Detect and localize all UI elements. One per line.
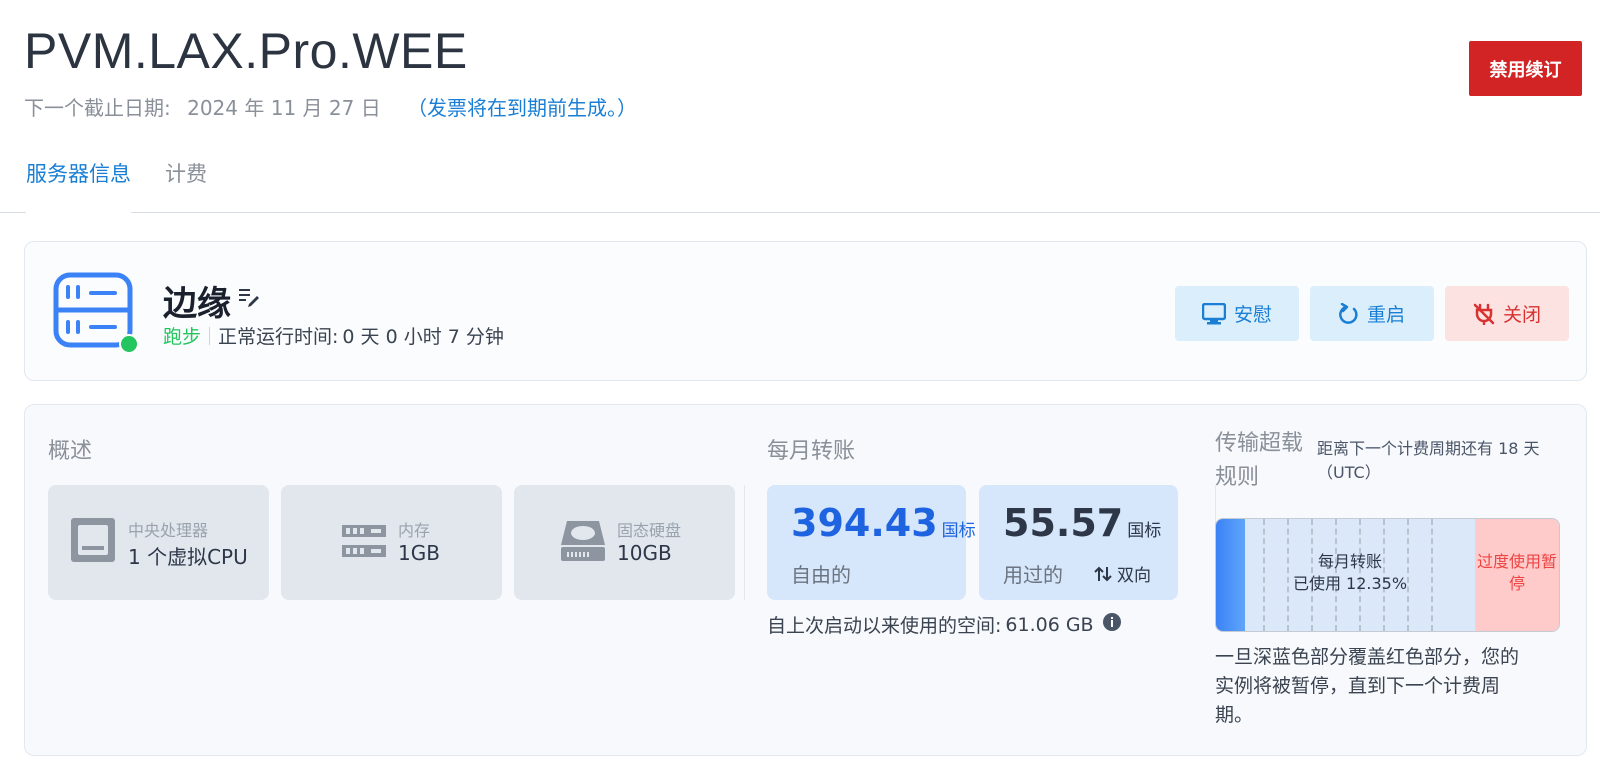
memory-label: 内存	[398, 521, 431, 540]
used-bandwidth-unit: 国标	[1127, 521, 1162, 541]
bandwidth-direction-label: 双向	[1117, 566, 1151, 586]
cpu-label: 中央处理器	[128, 521, 209, 540]
free-bandwidth-tile: 394.43 国标 自由的	[767, 485, 976, 600]
overage-zone-label: 过度使用暂停	[1476, 552, 1557, 593]
monthly-transfer-title: 每月转账	[767, 439, 856, 464]
tab-billing[interactable]: 计费	[165, 158, 207, 213]
page-header: PVM.LAX.Pro.WEE 下一个截止日期: 2024 年 11 月 27 …	[0, 0, 1600, 214]
section-divider	[744, 485, 745, 600]
uptime-label: 正常运行时间:	[218, 326, 339, 348]
page-title: PVM.LAX.Pro.WEE	[24, 23, 468, 79]
status-divider	[209, 326, 211, 345]
server-icon	[53, 272, 139, 354]
space-since-boot-value: 61.06 GB	[1005, 613, 1094, 636]
billing-cycle-note: 距离下一个计费周期还有 18 天（UTC）	[1317, 439, 1540, 482]
space-since-boot-label: 自上次启动以来使用的空间:	[767, 615, 1002, 637]
disk-label: 固态硬盘	[617, 521, 682, 540]
disk-value: 10GB	[617, 541, 672, 565]
uptime-value: 0 天 0 小时 7 分钟	[342, 326, 504, 348]
disable-renewal-button[interactable]: 禁用续订	[1469, 41, 1582, 96]
memory-tile: 内存 1GB	[281, 485, 502, 600]
free-bandwidth-unit: 国标	[941, 521, 976, 541]
usage-bar-fill	[1216, 519, 1245, 631]
reboot-button[interactable]: 重启	[1310, 286, 1434, 341]
edit-name-icon[interactable]	[238, 287, 260, 311]
used-bandwidth-value: 55.57	[1003, 501, 1124, 545]
free-bandwidth-value-line: 394.43 国标	[791, 501, 976, 545]
free-bandwidth-value: 394.43	[791, 501, 938, 545]
swap-vertical-icon	[1094, 566, 1112, 581]
disk-icon	[559, 517, 607, 567]
console-button[interactable]: 安慰	[1175, 286, 1299, 341]
console-button-label: 安慰	[1233, 305, 1272, 326]
overage-rules-title: 传输超载规则	[1215, 431, 1304, 490]
server-name: 边缘	[163, 284, 231, 324]
info-icon[interactable]	[1102, 612, 1122, 637]
usage-bar-percent: 已使用 12.35%	[1292, 574, 1408, 593]
overage-description: 一旦深蓝色部分覆盖红色部分，您的实例将被暂停，直到下一个计费周期。	[1215, 646, 1520, 726]
server-status-card: 边缘 跑步 正常运行时间: 0 天 0 小时 7 分钟 安慰 重启 关闭	[24, 241, 1587, 381]
cpu-icon	[70, 517, 116, 567]
shutdown-button[interactable]: 关闭	[1445, 286, 1569, 341]
due-date-label: 下一个截止日期:	[24, 96, 171, 120]
usage-bar-label: 每月转账 已使用 12.35%	[1246, 551, 1454, 595]
disk-tile: 固态硬盘 10GB	[514, 485, 735, 600]
due-date-line: 下一个截止日期: 2024 年 11 月 27 日 （发票将在到期前生成。）	[24, 92, 637, 121]
space-since-boot: 自上次启动以来使用的空间: 61.06 GB	[767, 611, 1122, 638]
cpu-value: 1 个虚拟CPU	[128, 545, 248, 569]
used-bandwidth-label: 用过的	[1003, 563, 1063, 587]
server-info-card: 概述 中央处理器 1 个虚拟CPU 内存 1GB 固态硬盘 10GB 每月转账 …	[24, 404, 1587, 756]
status-line: 跑步 正常运行时间: 0 天 0 小时 7 分钟	[163, 322, 504, 349]
restart-icon	[1339, 302, 1358, 324]
shutdown-button-label: 关闭	[1502, 305, 1541, 326]
memory-icon	[341, 517, 387, 567]
used-bandwidth-value-line: 55.57 国标	[1003, 501, 1161, 545]
bandwidth-direction: 双向	[1094, 561, 1151, 586]
invoice-note: （发票将在到期前生成。）	[407, 96, 638, 120]
power-off-icon	[1473, 303, 1495, 325]
monitor-icon	[1201, 302, 1226, 324]
status-text: 跑步	[163, 326, 202, 348]
usage-bar-title: 每月转账	[1317, 552, 1382, 571]
reboot-button-label: 重启	[1366, 305, 1405, 326]
overage-usage-bar: 每月转账 已使用 12.35% 过度使用暂停	[1215, 518, 1560, 632]
free-bandwidth-label: 自由的	[791, 563, 851, 587]
used-bandwidth-tile: 55.57 国标 用过的 双向	[979, 485, 1178, 600]
due-date-value: 2024 年 11 月 27 日	[187, 96, 381, 120]
online-status-dot	[119, 334, 139, 354]
tab-server-info[interactable]: 服务器信息	[26, 158, 131, 214]
memory-value: 1GB	[398, 541, 440, 565]
cpu-tile: 中央处理器 1 个虚拟CPU	[48, 485, 269, 600]
tab-bar: 服务器信息 计费	[26, 158, 241, 214]
overview-title: 概述	[48, 439, 93, 464]
